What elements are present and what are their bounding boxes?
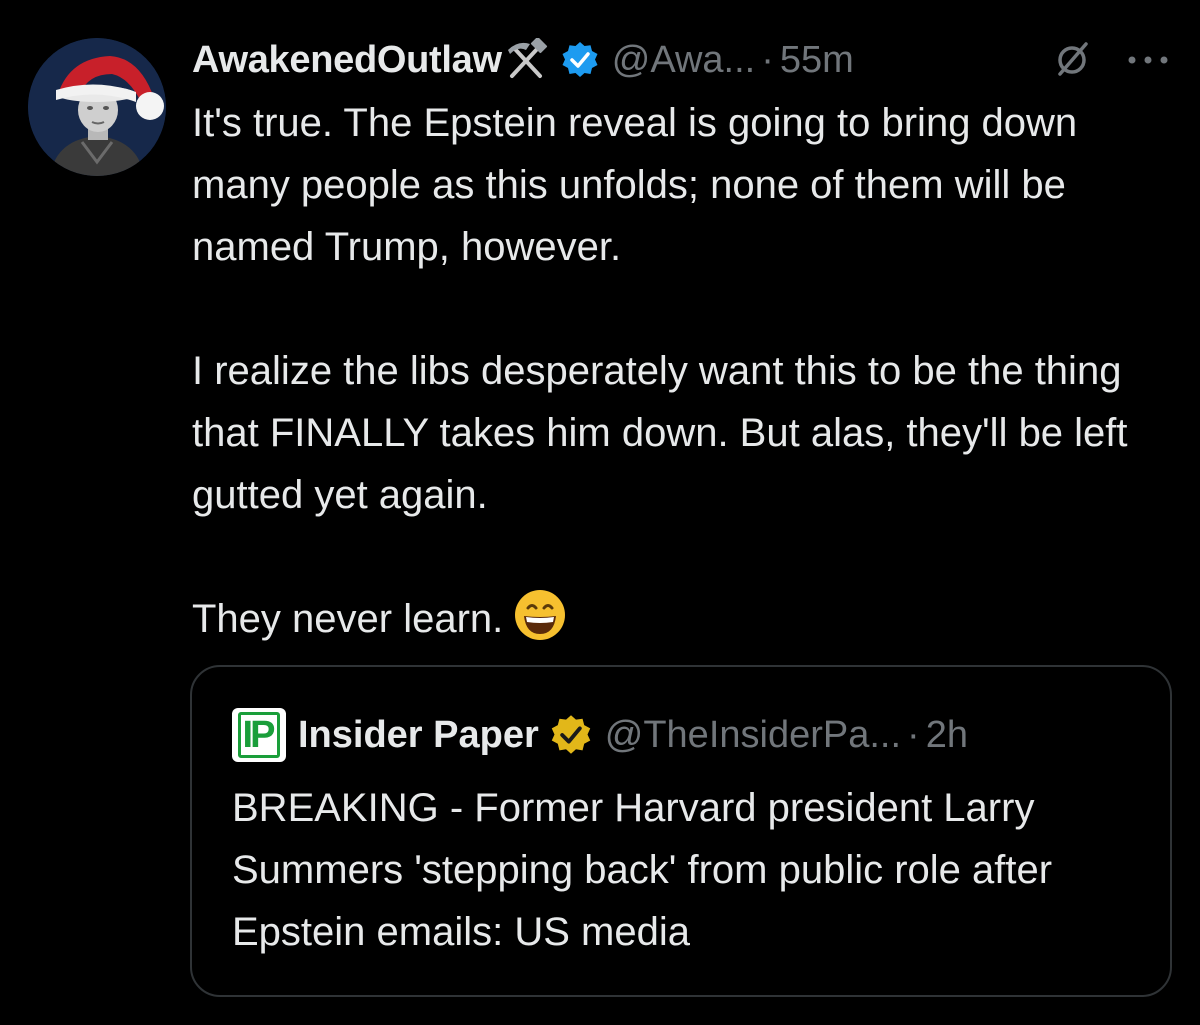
separator-dot: · xyxy=(761,38,774,81)
quoted-separator-dot: · xyxy=(907,713,920,756)
more-options-icon[interactable] xyxy=(1124,48,1172,72)
grinning-face-icon xyxy=(515,590,566,640)
post-paragraph: I realize the libs desperately want this… xyxy=(192,349,1128,517)
quoted-author-name[interactable]: Insider Paper xyxy=(298,714,539,757)
quoted-post-header: IP Insider Paper @TheInsiderPa... · 2h xyxy=(232,707,968,763)
author-handle[interactable]: @Awa... xyxy=(612,39,755,82)
quoted-timestamp[interactable]: 2h xyxy=(926,714,968,757)
post-paragraph: It's true. The Epstein reveal is going t… xyxy=(192,101,1078,269)
post-paragraph-last: They never learn. xyxy=(192,588,1162,650)
avatar-image xyxy=(28,38,166,176)
grok-icon[interactable] xyxy=(1052,40,1092,80)
verified-badge-icon xyxy=(562,42,598,77)
quoted-post-text: BREAKING - Former Harvard president Larr… xyxy=(232,786,1053,954)
gold-verified-badge-icon xyxy=(551,715,591,754)
quoted-author-handle[interactable]: @TheInsiderPa... xyxy=(605,714,901,757)
post-body: It's true. The Epstein reveal is going t… xyxy=(192,92,1162,650)
insider-paper-logo[interactable]: IP xyxy=(232,708,286,762)
hammer-and-pick-icon xyxy=(507,38,547,78)
post-timestamp[interactable]: 55m xyxy=(780,39,854,82)
author-display-name[interactable]: AwakenedOutlaw xyxy=(192,39,502,82)
quoted-post-card[interactable]: IP Insider Paper @TheInsiderPa... · 2h B… xyxy=(190,665,1172,997)
avatar[interactable] xyxy=(28,38,166,176)
post-paragraph-text: They never learn. xyxy=(192,597,504,641)
logo-text: IP xyxy=(237,712,281,758)
post-header: AwakenedOutlaw @Awa... · 55m xyxy=(192,34,854,86)
tweet[interactable]: AwakenedOutlaw @Awa... · 55m It's true. … xyxy=(0,0,1200,1025)
